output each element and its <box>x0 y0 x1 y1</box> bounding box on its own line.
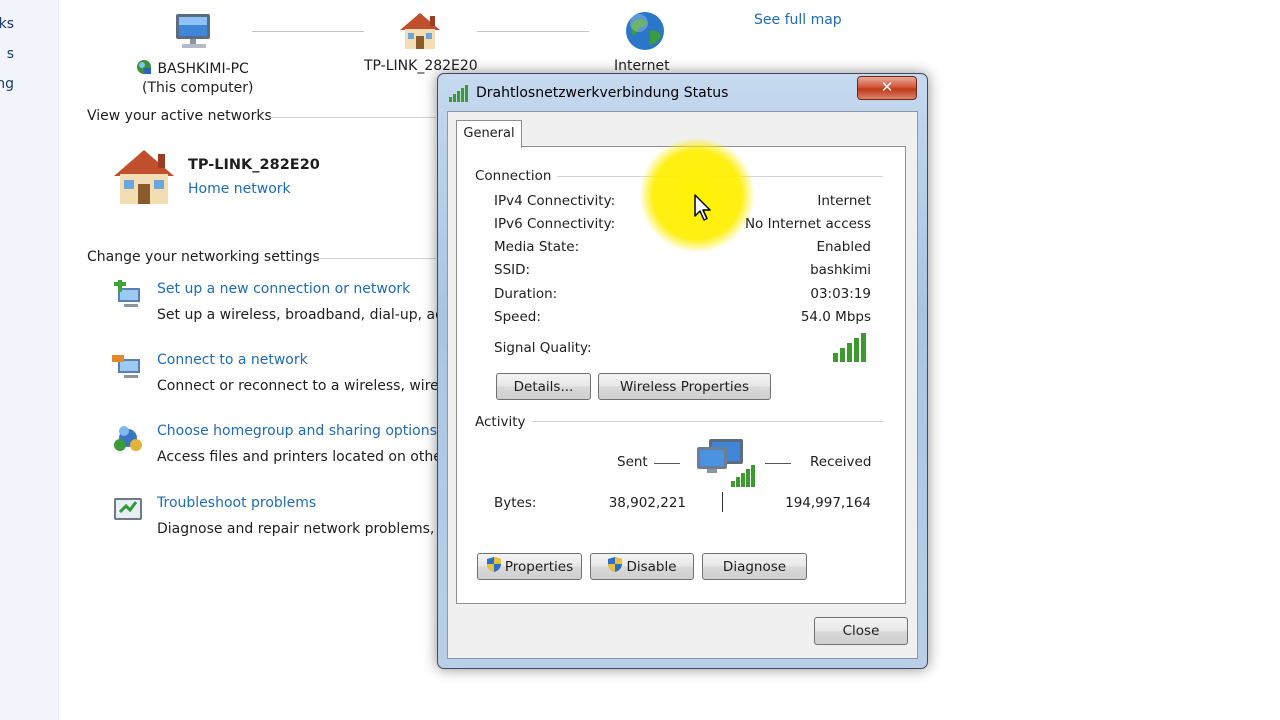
map-connector-line-2 <box>477 31 589 32</box>
network-computers-icon <box>695 437 759 495</box>
ipv6-value: No Internet access <box>744 216 871 232</box>
homegroup-link[interactable]: Choose homegroup and sharing options <box>157 423 437 439</box>
tab-general[interactable]: General <box>456 120 522 148</box>
close-button[interactable]: Close <box>814 617 908 645</box>
troubleshoot-link[interactable]: Troubleshoot problems <box>157 495 316 511</box>
properties-button[interactable]: Properties <box>477 553 582 580</box>
speed-value: 54.0 Mbps <box>800 309 871 325</box>
see-full-map-link[interactable]: See full map <box>754 12 842 28</box>
active-networks-divider <box>270 117 436 118</box>
computer-sublabel: (This computer) <box>142 80 254 96</box>
properties-button-label: Properties <box>504 558 574 575</box>
nav-item-cut-2[interactable]: s <box>7 46 14 62</box>
router-house-icon[interactable] <box>398 10 442 52</box>
connect-network-icon <box>112 351 144 381</box>
computer-name: BASHKIMI-PC <box>157 61 249 77</box>
bytes-received-value: 194,997,164 <box>785 495 871 511</box>
uac-shield-icon <box>486 556 502 577</box>
ssid-label: SSID: <box>494 262 531 278</box>
active-networks-heading: View your active networks <box>87 108 272 124</box>
new-connection-icon <box>112 280 144 310</box>
activity-divider <box>529 421 883 422</box>
diagnose-button-label: Diagnose <box>722 558 787 575</box>
homegroup-desc: Access files and printers located on oth… <box>157 449 448 465</box>
settings-heading: Change your networking settings <box>87 249 320 265</box>
internet-globe-icon[interactable] <box>623 9 667 53</box>
signal-quality-label: Signal Quality: <box>494 340 592 356</box>
signal-strength-icon <box>832 331 872 363</box>
dialog-close-x-button[interactable]: ✕ <box>857 76 917 100</box>
ipv6-label: IPv6 Connectivity: <box>494 216 616 232</box>
speed-label: Speed: <box>494 309 541 325</box>
bytes-separator <box>722 492 723 512</box>
wireless-properties-button[interactable]: Wireless Properties <box>598 373 771 400</box>
bytes-sent-value: 38,902,221 <box>608 495 686 511</box>
left-navigation-pane: ks s ng <box>0 0 59 720</box>
troubleshoot-desc: Diagnose and repair network problems, o <box>157 521 448 537</box>
home-network-house-icon <box>112 146 176 210</box>
received-line <box>765 463 791 464</box>
connection-heading: Connection <box>475 168 558 184</box>
activity-heading: Activity <box>475 414 532 430</box>
active-network-name: TP-LINK_282E20 <box>188 157 320 173</box>
received-label: Received <box>810 454 872 470</box>
computer-icon[interactable] <box>172 10 218 52</box>
map-connector-line-1 <box>252 31 364 32</box>
uac-shield-icon <box>607 556 623 577</box>
router-label: TP-LINK_282E20 <box>364 58 478 74</box>
duration-label: Duration: <box>494 286 558 302</box>
nav-item-cut-3[interactable]: ng <box>0 76 14 92</box>
connect-to-network-link[interactable]: Connect to a network <box>157 352 308 368</box>
media-state-value: Enabled <box>816 239 871 255</box>
ipv4-value: Internet <box>817 193 871 209</box>
ipv4-label: IPv4 Connectivity: <box>494 193 616 209</box>
wireless-properties-label: Wireless Properties <box>619 378 749 395</box>
dialog-title: Drahtlosnetzwerkverbindung Status <box>476 85 729 101</box>
internet-label: Internet <box>614 58 670 74</box>
disable-button[interactable]: Disable <box>590 553 694 580</box>
setup-connection-desc: Set up a wireless, broadband, dial-up, a… <box>157 307 444 323</box>
settings-divider <box>318 258 436 259</box>
close-button-label: Close <box>842 623 880 639</box>
details-button[interactable]: Details... <box>496 373 591 400</box>
bytes-label: Bytes: <box>494 495 537 511</box>
nav-item-cut-1[interactable]: ks <box>0 16 14 32</box>
media-state-label: Media State: <box>494 239 580 255</box>
mouse-pointer-icon <box>694 194 712 222</box>
computer-label: BASHKIMI-PC <box>135 58 249 77</box>
wireless-signal-title-icon <box>449 85 471 103</box>
disable-button-label: Disable <box>626 558 677 575</box>
troubleshoot-icon <box>112 494 144 524</box>
connect-to-network-desc: Connect or reconnect to a wireless, wire… <box>157 378 448 394</box>
sent-line <box>654 463 680 464</box>
details-button-label: Details... <box>513 378 574 395</box>
ssid-value: bashkimi <box>810 262 871 278</box>
setup-connection-link[interactable]: Set up a new connection or network <box>157 281 410 297</box>
sent-label: Sent <box>617 454 648 470</box>
homegroup-icon <box>112 423 144 453</box>
duration-value: 03:03:19 <box>810 286 871 302</box>
home-network-link[interactable]: Home network <box>188 181 291 197</box>
network-globe-small-icon <box>135 58 153 76</box>
diagnose-button[interactable]: Diagnose <box>702 553 807 580</box>
